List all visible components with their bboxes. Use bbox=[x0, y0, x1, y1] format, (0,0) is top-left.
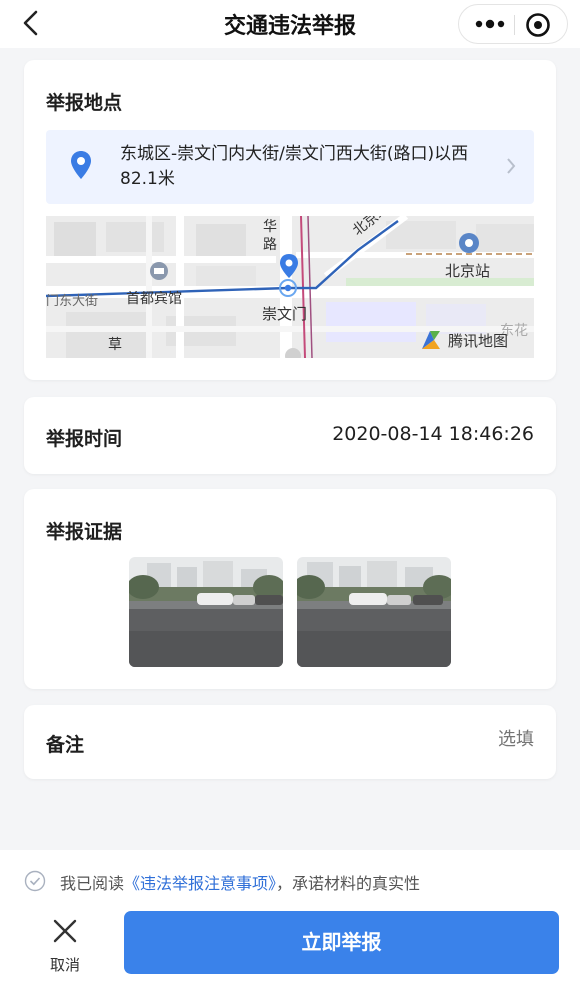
location-title: 举报地点 bbox=[46, 92, 123, 114]
street-photo-image bbox=[297, 557, 451, 667]
navigation-bar: 交通违法举报 bbox=[0, 0, 580, 48]
cancel-button[interactable]: 取消 bbox=[30, 918, 100, 978]
street-photo-image bbox=[129, 557, 283, 667]
agreement-suffix: ，承诺材料的真实性 bbox=[276, 874, 421, 893]
mini-program-capsule bbox=[458, 4, 568, 44]
map-provider-logo: 腾讯地图 bbox=[420, 328, 526, 352]
map-label-hotel: 首都宾馆 bbox=[126, 291, 182, 307]
evidence-card: 举报证据 bbox=[24, 489, 556, 689]
address-selector[interactable]: 东城区-崇文门内大街/崇文门西大街(路口)以西82.1米 bbox=[46, 130, 534, 204]
chevron-right-icon bbox=[507, 158, 516, 174]
map-label-chongwenmen: 崇文门 bbox=[262, 305, 308, 323]
remark-card: 备注 bbox=[24, 705, 556, 779]
agreement-prefix: 我已阅读 bbox=[60, 874, 125, 893]
map-label-cao: 草 bbox=[108, 337, 122, 353]
map-provider-name: 腾讯地图 bbox=[448, 332, 509, 350]
close-mini-program-icon[interactable] bbox=[524, 11, 552, 39]
hotel-poi-icon bbox=[150, 262, 168, 280]
tencent-map-logo-icon bbox=[422, 331, 440, 349]
submit-report-button[interactable]: 立即举报 bbox=[124, 911, 559, 974]
time-card: 举报时间 2020-08-14 18:46:26 bbox=[24, 397, 556, 474]
map-label-east-street: 门东大街 bbox=[46, 294, 99, 309]
evidence-title: 举报证据 bbox=[46, 521, 123, 543]
remark-title: 备注 bbox=[46, 734, 85, 756]
agreement-link[interactable]: 《违法举报注意事项》 bbox=[124, 874, 276, 893]
location-map[interactable]: 华 路 北京站路 北京站 门东大街 首都宾馆 崇文门 草 东花 腾讯地图 bbox=[46, 216, 534, 358]
capsule-divider bbox=[514, 15, 515, 35]
report-time-value: 2020-08-14 18:46:26 bbox=[332, 423, 534, 445]
station-poi-icon bbox=[459, 233, 479, 253]
evidence-photo-1[interactable] bbox=[129, 557, 283, 667]
agreement-row: 我已阅读《违法举报注意事项》，承诺材料的真实性 bbox=[24, 869, 564, 895]
map-label-beijing-station: 北京站 bbox=[445, 262, 491, 280]
location-card: 举报地点 东城区-崇文门内大街/崇文门西大街(路口)以西82.1米 华 路 北京… bbox=[24, 60, 556, 380]
map-label-lu: 路 bbox=[263, 237, 277, 253]
remark-input[interactable] bbox=[414, 729, 534, 750]
agreement-checkbox-icon[interactable] bbox=[24, 870, 46, 892]
agreement-text: 我已阅读《违法举报注意事项》，承诺材料的真实性 bbox=[60, 870, 420, 894]
location-pin-icon bbox=[71, 151, 91, 179]
map-label-hua: 华 bbox=[263, 219, 277, 235]
bottom-action-bar: 我已阅读《违法举报注意事项》，承诺材料的真实性 取消 立即举报 bbox=[0, 850, 580, 1000]
more-icon[interactable] bbox=[473, 14, 509, 34]
cancel-label: 取消 bbox=[49, 956, 80, 974]
evidence-photo-2[interactable] bbox=[297, 557, 451, 667]
address-text: 东城区-崇文门内大街/崇文门西大街(路口)以西82.1米 bbox=[120, 144, 469, 189]
close-icon bbox=[53, 919, 77, 943]
time-title: 举报时间 bbox=[46, 428, 123, 450]
